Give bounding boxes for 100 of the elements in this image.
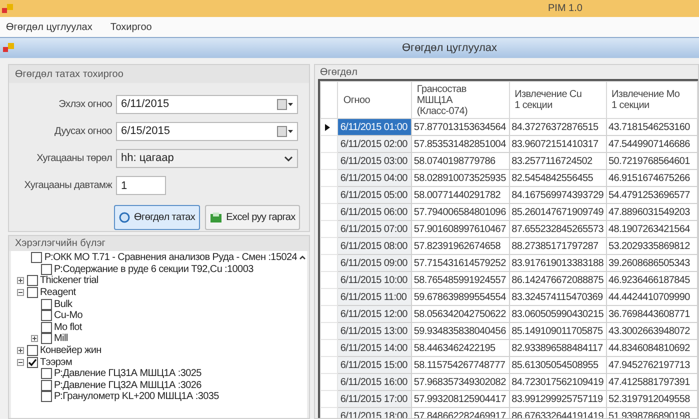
collapse-icon[interactable] [17,289,24,296]
table-cell: 6/11/2015 16:00 [338,374,412,390]
input-field[interactable]: 1 [116,176,166,195]
panel-title: Өгөгдөл татах тохиргоо [9,65,309,83]
table-cell: 86.142476672088875 [509,272,606,288]
column-header[interactable]: Грансостав МШЦ1А (Класс-074) [411,82,510,118]
table-cell: 46.9236466187845 [606,272,698,288]
chevron-down-icon [284,156,293,162]
table-cell: 6/11/2015 12:00 [338,306,412,322]
table-cell: 58.765485991924557 [411,272,510,288]
panel-title: Хэрэглэгчийн бүлэг [9,236,309,251]
column-header[interactable]: Извлечение Cu 1 секции [509,82,606,118]
table-cell: 58.0740198779786 [411,152,510,170]
action-button[interactable]: Өгөгдөл татах [114,205,200,230]
table-cell: 58.056342042750622 [411,306,510,322]
table-cell: 6/11/2015 06:00 [338,204,412,220]
table-cell: 85.61305054508955 [509,356,606,374]
table-cell: 46.9151674675266 [606,170,698,186]
checkbox[interactable] [27,356,38,368]
table-cell: 83.060505990430215 [509,306,606,322]
collapse-icon[interactable] [17,358,24,366]
action-button[interactable]: Excel руу гаргах [205,205,300,230]
table-cell: 87.655232845265573 [509,220,606,238]
refresh-circle-icon [119,212,130,223]
checkbox[interactable] [41,298,52,310]
table-cell: 54.4791253696577 [606,186,698,204]
table-cell: 44.8346084810692 [606,340,698,356]
checkbox[interactable] [41,333,52,344]
table-cell: 47.4125881797391 [606,374,698,390]
field-label: Хугацааны төрөл [36,152,112,166]
table-cell: 6/11/2015 15:00 [338,356,412,374]
panel-title: Өгөгдөл [319,66,358,79]
checkbox[interactable] [41,380,52,391]
table-cell: 57.877013153634564 [411,118,510,136]
table-cell: 6/11/2015 08:00 [338,238,412,254]
date-field[interactable]: 6/11/2015 [116,95,298,114]
table-cell: 50.7219768564601 [606,152,698,170]
checkbox[interactable] [27,287,38,298]
checkbox[interactable] [27,345,38,356]
checkbox[interactable] [27,275,38,286]
table-cell: 39.2608686505343 [606,254,698,272]
table-cell: 82.5454842556455 [509,170,606,186]
checkbox[interactable] [41,310,52,322]
dropdown-field[interactable]: hh: цагаар [116,149,298,168]
form-title: Өгөгдөл цуглуулах [402,40,497,56]
table-cell: 57.968357349302082 [411,374,510,390]
date-field[interactable]: 6/15/2015 [116,122,298,141]
checkbox[interactable] [41,391,52,402]
calendar-icon[interactable] [277,126,293,137]
table-cell: 84.723017562109419 [509,374,606,390]
expand-icon[interactable] [17,277,24,284]
table-cell: 59.678639899554554 [411,288,510,306]
table-cell: 83.2577116724502 [509,152,606,170]
table-cell: 57.853531482851004 [411,136,510,152]
table-cell: 6/11/2015 13:00 [338,322,412,340]
table-cell: 85.149109011705875 [509,322,606,340]
field-label: Хугацааны давтамж [23,179,112,193]
table-cell: 6/11/2015 01:00 [338,118,412,136]
table-cell: 44.4424410709990 [606,288,698,306]
field-label: Дуусах огноо [54,125,112,139]
table-cell: 36.7698443608771 [606,306,698,322]
current-row-icon [325,124,330,130]
table-cell: 6/11/2015 02:00 [338,136,412,152]
checkbox[interactable] [41,264,52,275]
table-cell: 84.167569974393729 [509,186,606,204]
checkmark-icon [28,358,37,367]
table-cell: 83.324574115470369 [509,288,606,306]
column-header[interactable]: Извлечение Mo 1 секции [606,82,698,118]
expand-icon[interactable] [17,347,24,354]
table-cell: 85.260147671909749 [509,204,606,220]
row-header[interactable] [320,118,338,136]
table-cell: 6/11/2015 05:00 [338,186,412,204]
table-cell: 57.993208125904417 [411,390,510,408]
table-cell: 57.901608997610467 [411,220,510,238]
scroll-up-icon[interactable] [298,255,306,260]
app-icon [3,43,15,53]
table-cell: 84.37276372876515 [509,118,606,136]
table-cell: 47.8896031549203 [606,204,698,220]
table-cell: 47.5449907146686 [606,136,698,152]
table-cell: 6/11/2015 03:00 [338,152,412,170]
checkbox[interactable] [41,368,52,380]
calendar-icon[interactable] [277,99,293,110]
table-cell: 88.27385171797287 [509,238,606,254]
table-cell: 58.00771440291782 [411,186,510,204]
table-cell: 58.115754267748777 [411,356,510,374]
table-cell: 83.917619013383188 [509,254,606,272]
menu-item[interactable]: Тохиргоо [110,20,152,34]
field-label: Эхлэх огноо [58,98,112,112]
table-cell: 57.715431614579252 [411,254,510,272]
checkbox[interactable] [31,252,42,264]
menu-item[interactable]: Өгөгдөл цуглуулах [6,20,92,34]
checkbox[interactable] [41,322,52,333]
table-cell: 47.9452762197713 [606,356,698,374]
app-icon [2,4,14,14]
table-cell: 6/11/2015 07:00 [338,220,412,238]
table-cell: 82.933896588484117 [509,340,606,356]
table-cell: 57.82391962674658 [411,238,510,254]
table-cell: 6/11/2015 09:00 [338,254,412,272]
table-cell: 43.7181546253160 [606,118,698,136]
expand-icon[interactable] [31,335,38,342]
